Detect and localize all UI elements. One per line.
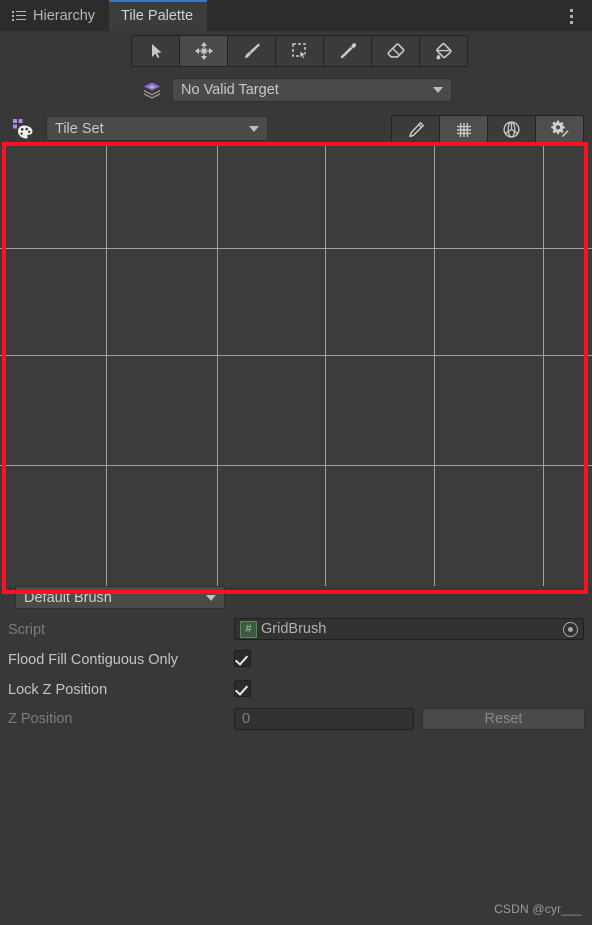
- box-select-icon: [290, 41, 310, 61]
- cursor-arrow-icon: [147, 42, 165, 60]
- script-label: Script: [8, 622, 46, 638]
- object-picker-icon[interactable]: [563, 621, 578, 637]
- z-position-label: Z Position: [8, 711, 73, 727]
- cs-script-icon: #: [240, 620, 257, 638]
- chevron-down-icon: [249, 125, 259, 132]
- gizmo-icon: [502, 120, 521, 139]
- eyedropper-icon: [338, 41, 358, 61]
- tab-hierarchy-label: Hierarchy: [33, 7, 96, 24]
- target-row: No Valid Target: [0, 72, 592, 108]
- grid-line-vertical: [543, 146, 544, 586]
- tool-strip: [0, 31, 592, 72]
- move-tool-button[interactable]: [180, 36, 228, 66]
- fill-tool-button[interactable]: [420, 36, 467, 66]
- chevron-down-icon: [206, 594, 216, 601]
- flood-fill-checkbox[interactable]: [234, 650, 251, 667]
- grid-icon: [455, 121, 473, 139]
- move-arrows-icon: [194, 41, 214, 61]
- script-object-field[interactable]: # GridBrush: [234, 618, 584, 640]
- tile-palette-icon: [12, 118, 36, 139]
- picker-tool-button[interactable]: [324, 36, 372, 66]
- gear-brush-icon: [550, 120, 569, 139]
- tile-palette-canvas[interactable]: [0, 146, 592, 586]
- palette-dropdown-value: Tile Set: [55, 120, 104, 137]
- palette-row: Tile Set: [0, 110, 592, 146]
- erase-tool-button[interactable]: [372, 36, 420, 66]
- tab-tile-palette-label: Tile Palette: [121, 7, 194, 24]
- grid-line-vertical: [217, 146, 218, 586]
- grid-line-horizontal: [0, 465, 592, 466]
- tilemap-layers-icon: [142, 81, 162, 99]
- select-tool-button[interactable]: [132, 36, 180, 66]
- edit-palette-button[interactable]: [392, 116, 440, 143]
- lock-z-position-checkbox[interactable]: [234, 680, 251, 697]
- tile-palette-window: Hierarchy Tile Palette No Valid Target T…: [0, 0, 592, 925]
- target-dropdown[interactable]: No Valid Target: [172, 78, 452, 102]
- tab-tile-palette[interactable]: Tile Palette: [109, 0, 208, 31]
- gizmo-toggle-button[interactable]: [488, 116, 536, 143]
- paintbrush-icon: [242, 41, 262, 61]
- settings-button[interactable]: [536, 116, 583, 143]
- target-dropdown-value: No Valid Target: [181, 82, 279, 98]
- z-position-row: Z Position 0 Reset: [0, 704, 592, 734]
- grid-line-horizontal: [0, 248, 592, 249]
- paint-bucket-icon: [434, 41, 454, 61]
- script-value: GridBrush: [261, 621, 327, 637]
- flood-fill-label: Flood Fill Contiguous Only: [8, 652, 179, 668]
- script-row: Script # GridBrush: [0, 615, 592, 645]
- window-tab-bar: Hierarchy Tile Palette: [0, 0, 592, 31]
- box-fill-tool-button[interactable]: [276, 36, 324, 66]
- lock-z-position-label: Lock Z Position: [8, 682, 108, 698]
- grid-toggle-button[interactable]: [440, 116, 488, 143]
- hierarchy-icon: [12, 10, 26, 22]
- tab-hierarchy[interactable]: Hierarchy: [0, 0, 110, 31]
- grid-line-vertical: [106, 146, 107, 586]
- z-position-input[interactable]: 0: [234, 708, 414, 730]
- brush-dropdown[interactable]: Default Brush: [15, 586, 225, 609]
- tool-button-group: [131, 35, 468, 67]
- grid-line-vertical: [325, 146, 326, 586]
- lock-z-position-row: Lock Z Position: [0, 675, 592, 705]
- eraser-icon: [386, 41, 406, 61]
- flood-fill-row: Flood Fill Contiguous Only: [0, 645, 592, 675]
- csdn-watermark: CSDN @cyr___: [494, 902, 582, 916]
- palette-right-tool-group: [391, 115, 584, 144]
- grid-line-horizontal: [0, 355, 592, 356]
- brush-inspector-panel: Default Brush Script # GridBrush Flood F…: [0, 586, 592, 925]
- kebab-menu-icon[interactable]: [562, 6, 580, 26]
- reset-button-label: Reset: [484, 711, 523, 727]
- z-position-reset-button[interactable]: Reset: [422, 708, 585, 730]
- paint-tool-button[interactable]: [228, 36, 276, 66]
- brush-dropdown-value: Default Brush: [24, 589, 112, 606]
- palette-dropdown[interactable]: Tile Set: [46, 116, 268, 141]
- grid-line-vertical: [434, 146, 435, 586]
- pencil-icon: [407, 121, 425, 139]
- chevron-down-icon: [433, 87, 443, 93]
- z-position-value: 0: [242, 711, 251, 727]
